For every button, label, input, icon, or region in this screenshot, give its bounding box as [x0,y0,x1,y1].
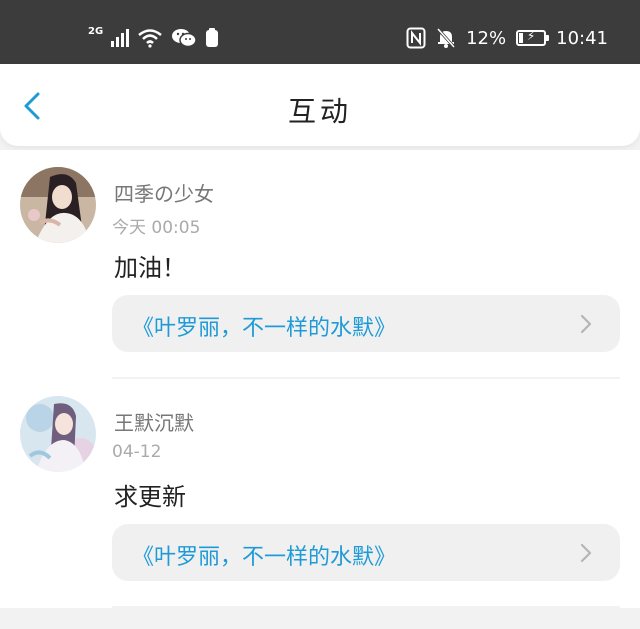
divider [112,606,620,608]
network-type: 2G [88,26,104,37]
clock: 10:41 [556,27,608,49]
list-item: 王默沉默 04-12 求更新 《叶罗丽，不一样的水默》 [0,379,640,608]
status-right: 12% ⚡ 10:41 [406,24,608,52]
comment-text: 求更新 [114,483,186,511]
status-left: 2G [88,24,219,52]
chevron-right-icon [580,314,592,334]
battery-percent: 12% [466,27,507,49]
page-title: 互动 [287,95,352,128]
story-link[interactable]: 《叶罗丽，不一样的水默》 [112,524,620,581]
avatar[interactable] [20,167,96,243]
mute-bell-icon [436,28,456,48]
nfc-icon [406,27,426,49]
timestamp: 04-12 [112,442,162,462]
username[interactable]: 王默沉默 [114,407,194,436]
wifi-icon [138,29,162,48]
timestamp: 今天 00:05 [112,218,201,238]
comment-text: 加油！ [114,254,186,282]
list-item: 四季の少女 今天 00:05 加油！ 《叶罗丽，不一样的水默》 [0,150,640,379]
username[interactable]: 四季の少女 [114,178,214,207]
sim-icon [206,28,219,47]
chevron-right-icon [580,543,592,563]
signal-icon [111,29,130,47]
avatar[interactable] [20,396,96,472]
wechat-icon [172,29,197,48]
status-bar: 2G 12% ⚡ 10:41 [0,0,640,64]
story-link[interactable]: 《叶罗丽，不一样的水默》 [112,295,620,352]
interaction-feed: 四季の少女 今天 00:05 加油！ 《叶罗丽，不一样的水默》 王默沉默 04-… [0,150,640,608]
battery-charging-icon: ⚡ [516,29,550,46]
app-header: 互动 [0,64,640,146]
story-title: 《叶罗丽，不一样的水默》 [132,316,397,341]
story-title: 《叶罗丽，不一样的水默》 [132,545,397,570]
